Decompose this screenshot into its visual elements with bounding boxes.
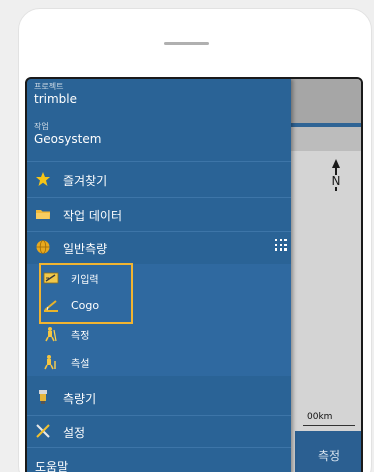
app-screen: N 00km 측정 프로젝트 trimble 작업 Geosystem 즐겨찾기 [25, 77, 363, 472]
job-name: Geosystem [34, 132, 102, 146]
device-frame: N 00km 측정 프로젝트 trimble 작업 Geosystem 즐겨찾기 [18, 8, 372, 472]
menu-item-job-data[interactable]: 작업 데이터 [27, 198, 291, 232]
map-status-band [291, 127, 361, 151]
submenu-item-stakeout[interactable]: 측설 [27, 348, 291, 376]
menu-item-help[interactable]: 도움말 [27, 449, 291, 472]
surveyor-stakeout-icon [44, 355, 56, 370]
north-arrow-icon [332, 159, 340, 168]
submenu-item-measure[interactable]: 측정 [27, 320, 291, 348]
menu-item-label: 작업 데이터 [63, 209, 123, 223]
north-label: N [331, 174, 341, 188]
menu-item-general-survey[interactable]: 일반측량 [27, 231, 291, 265]
project-caption: 프로젝트 [34, 82, 64, 91]
project-header[interactable]: 프로젝트 trimble [34, 81, 77, 106]
menu-item-instrument[interactable]: 측량기 [27, 381, 291, 415]
scale-bar [303, 425, 355, 426]
apps-grid-icon[interactable] [275, 239, 287, 251]
job-header[interactable]: 작업 Geosystem [34, 121, 101, 146]
measure-button[interactable]: 측정 [295, 431, 361, 472]
map-toolbar [291, 79, 361, 123]
submenu-item-label: 측설 [71, 359, 90, 370]
folder-icon [36, 210, 50, 219]
submenu-item-label: 측정 [71, 331, 90, 342]
menu-item-favorites[interactable]: 즐겨찾기 [27, 163, 291, 197]
menu-item-label: 일반측량 [63, 242, 108, 256]
instrument-icon [39, 390, 47, 404]
globe-icon [36, 240, 50, 254]
menu-item-label: 측량기 [63, 392, 97, 406]
selection-highlight [39, 263, 133, 324]
device-speaker-bar [164, 42, 209, 45]
menu-item-label: 즐겨찾기 [63, 174, 108, 188]
scale-bar-label: 00km [307, 412, 333, 422]
surveyor-measure-icon [45, 327, 57, 342]
settings-tools-icon [36, 424, 50, 438]
star-icon [36, 172, 50, 186]
north-arrow: N [329, 159, 343, 195]
divider [27, 161, 291, 162]
project-name: trimble [34, 92, 77, 106]
menu-item-label: 도움말 [35, 460, 69, 472]
menu-item-settings[interactable]: 설정 [27, 415, 291, 449]
navigation-drawer: 프로젝트 trimble 작업 Geosystem 즐겨찾기 작업 데이터 일반… [27, 79, 291, 472]
menu-item-label: 설정 [63, 426, 86, 440]
job-caption: 작업 [34, 122, 49, 131]
